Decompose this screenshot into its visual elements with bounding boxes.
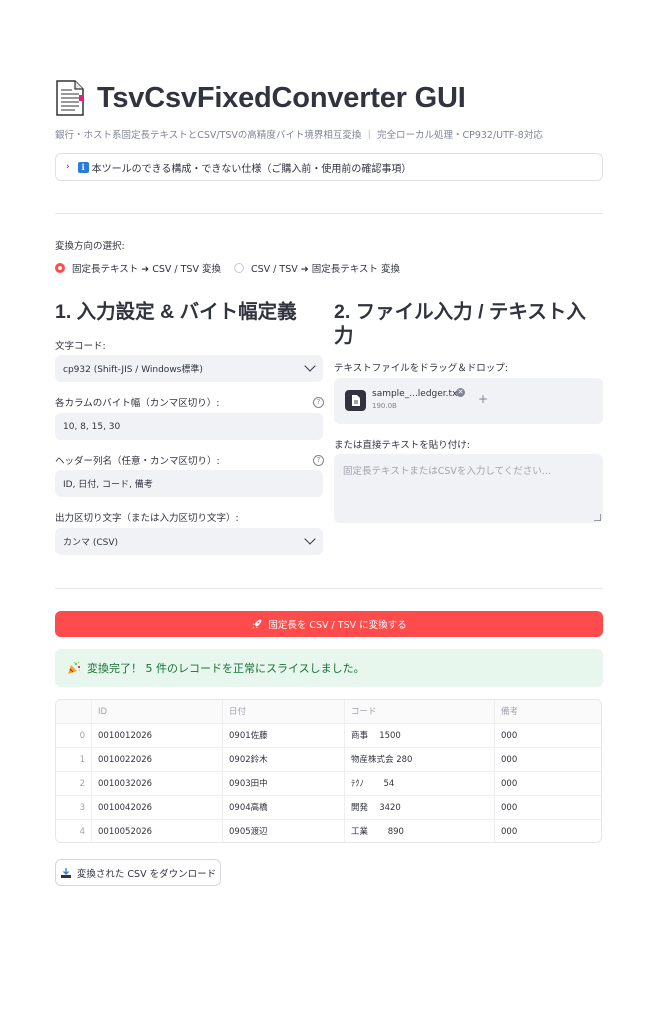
- paste-textarea[interactable]: 固定長テキストまたはCSVを入力してください...: [334, 454, 603, 523]
- widths-input[interactable]: 10, 8, 15, 30: [55, 413, 323, 440]
- table-cell[interactable]: 000: [494, 820, 601, 842]
- table-column-header[interactable]: 備考: [494, 700, 601, 724]
- remove-file-icon[interactable]: ✕: [456, 388, 465, 397]
- encoding-select[interactable]: cp932 (Shift-JIS / Windows標準): [55, 355, 323, 382]
- table-row-index: 2: [79, 779, 85, 789]
- download-button-label: 変換された CSV をダウンロード: [76, 868, 217, 880]
- title-row: TsvCsvFixedConverter GUI: [55, 78, 466, 118]
- radio-csv-to-fixed[interactable]: [233, 263, 244, 273]
- information-icon: i: [77, 161, 89, 173]
- table-cell[interactable]: 0903田中: [222, 772, 344, 796]
- section2-heading-line2: 力: [334, 325, 354, 347]
- radio-label-csv-to-fixed[interactable]: CSV / TSV ➜ 固定長テキスト 変換: [251, 261, 400, 275]
- paste-placeholder: 固定長テキストまたはCSVを入力してください...: [343, 466, 551, 477]
- radio-fixed-to-csv[interactable]: [55, 263, 65, 273]
- uploaded-file-name: sample_...ledger.txt: [372, 389, 461, 399]
- help-icon[interactable]: ?: [313, 455, 324, 466]
- table-cell[interactable]: 000: [494, 724, 601, 748]
- table-row: 4 0010052026 0905渡辺 工業 890 000: [56, 820, 601, 842]
- table-row: 0 0010012026 0901佐藤 商事 1500 000: [56, 724, 601, 748]
- table-row-index: 1: [79, 755, 85, 765]
- convert-button-label: 固定長を CSV / TSV に変換する: [268, 620, 407, 631]
- chevron-right-icon: ›: [66, 162, 70, 172]
- table-row: 1 0010022026 0902鈴木 物産株式会 280 000: [56, 748, 601, 772]
- table-cell[interactable]: 0905渡辺: [222, 820, 344, 842]
- table-row-index: 3: [79, 803, 85, 813]
- download-tray-icon: [60, 867, 71, 878]
- table-row-index: 0: [79, 731, 85, 741]
- encoding-value: cp932 (Shift-JIS / Windows標準): [63, 365, 203, 375]
- page-title: TsvCsvFixedConverter GUI: [97, 81, 466, 114]
- table-cell[interactable]: 0010032026: [91, 772, 222, 796]
- party-popper-icon: [68, 661, 80, 674]
- convert-button[interactable]: 固定長を CSV / TSV に変換する: [55, 611, 603, 637]
- delimiter-select[interactable]: カンマ (CSV): [55, 528, 323, 555]
- table-cell[interactable]: 0901佐藤: [222, 724, 344, 748]
- spec-expander[interactable]: › i 本ツールのできる構成・できない仕様（ご購入前・使用前の確認事項）: [55, 153, 603, 181]
- help-icon[interactable]: ?: [313, 397, 324, 408]
- rocket-icon: [252, 619, 262, 629]
- table-column-header[interactable]: ID: [91, 700, 222, 724]
- headers-input[interactable]: ID, 日付, コード, 備考: [55, 470, 323, 497]
- table-cell[interactable]: 000: [494, 772, 601, 796]
- delimiter-value: カンマ (CSV): [63, 538, 119, 548]
- expander-label: 本ツールのできる構成・できない仕様（ご購入前・使用前の確認事項）: [91, 163, 412, 175]
- table-header-row: ID 日付 コード 備考: [56, 700, 601, 724]
- table-column-header[interactable]: 日付: [222, 700, 344, 724]
- table-cell[interactable]: 0902鈴木: [222, 748, 344, 772]
- document-icon: [56, 80, 84, 116]
- table-row: 3 0010042026 0904高橋 開発 3420 000: [56, 796, 601, 820]
- download-button[interactable]: 変換された CSV をダウンロード: [55, 859, 221, 886]
- file-icon: [345, 390, 366, 411]
- table-cell[interactable]: 0010022026: [91, 748, 222, 772]
- success-message: 変換完了！ 5 件のレコードを正常にスライスしました。: [87, 662, 365, 675]
- section2-heading: 2. ファイル入力 / テキスト入 力: [334, 300, 603, 348]
- delimiter-label: 出力区切り文字（または入力区切り文字）:: [55, 513, 239, 524]
- table-cell[interactable]: 工業 890: [344, 820, 494, 842]
- encoding-label: 文字コード:: [55, 341, 106, 352]
- radio-label-fixed-to-csv[interactable]: 固定長テキスト ➜ CSV / TSV 変換: [72, 261, 221, 275]
- upload-label: テキストファイルをドラッグ＆ドロップ:: [334, 363, 508, 374]
- chevron-down-icon: [304, 533, 316, 545]
- chevron-down-icon: [304, 360, 316, 372]
- table-row: 2 0010032026 0903田中 ﾃｸﾉ 54 000: [56, 772, 601, 796]
- add-file-icon[interactable]: +: [478, 392, 488, 406]
- table-cell[interactable]: 000: [494, 748, 601, 772]
- table-cell[interactable]: 000: [494, 796, 601, 820]
- table-column-header[interactable]: コード: [344, 700, 494, 724]
- divider: [55, 588, 603, 589]
- direction-radio-group: 固定長テキスト ➜ CSV / TSV 変換 CSV / TSV ➜ 固定長テキ…: [55, 261, 400, 275]
- table-cell[interactable]: ﾃｸﾉ 54: [344, 772, 494, 796]
- headers-label: ヘッダー列名（任意・カンマ区切り）:: [55, 456, 220, 467]
- uploaded-file-size: 190.0B: [372, 402, 397, 410]
- success-alert: 変換完了！ 5 件のレコードを正常にスライスしました。: [55, 649, 603, 687]
- table-cell[interactable]: 0904高橋: [222, 796, 344, 820]
- direction-label: 変換方向の選択:: [55, 241, 125, 252]
- table-cell[interactable]: 0010052026: [91, 820, 222, 842]
- table-cell[interactable]: 商事 1500: [344, 724, 494, 748]
- resize-handle[interactable]: [594, 514, 601, 521]
- table-cell[interactable]: 0010042026: [91, 796, 222, 820]
- table-cell[interactable]: 物産株式会 280: [344, 748, 494, 772]
- result-table[interactable]: ID 日付 コード 備考 0 0010012026 0901佐藤 商事 1500…: [55, 699, 602, 843]
- table-index-header: [56, 700, 91, 724]
- table-row-index: 4: [79, 827, 85, 837]
- paste-label: または直接テキストを貼り付け:: [334, 440, 470, 451]
- table-cell[interactable]: 開発 3420: [344, 796, 494, 820]
- divider: [55, 213, 603, 214]
- widths-label: 各カラムのバイト幅（カンマ区切り）:: [55, 398, 220, 409]
- file-uploader[interactable]: sample_...ledger.txt 190.0B ✕ +: [334, 378, 603, 424]
- table-cell[interactable]: 0010012026: [91, 724, 222, 748]
- section1-heading: 1. 入力設定 & バイト幅定義: [55, 301, 297, 323]
- page-caption: 銀行・ホスト系固定長テキストとCSV/TSVの高精度バイト境界相互変換 ｜ 完全…: [55, 130, 543, 141]
- section2-heading-line1: 2. ファイル入力 / テキスト入: [334, 301, 586, 323]
